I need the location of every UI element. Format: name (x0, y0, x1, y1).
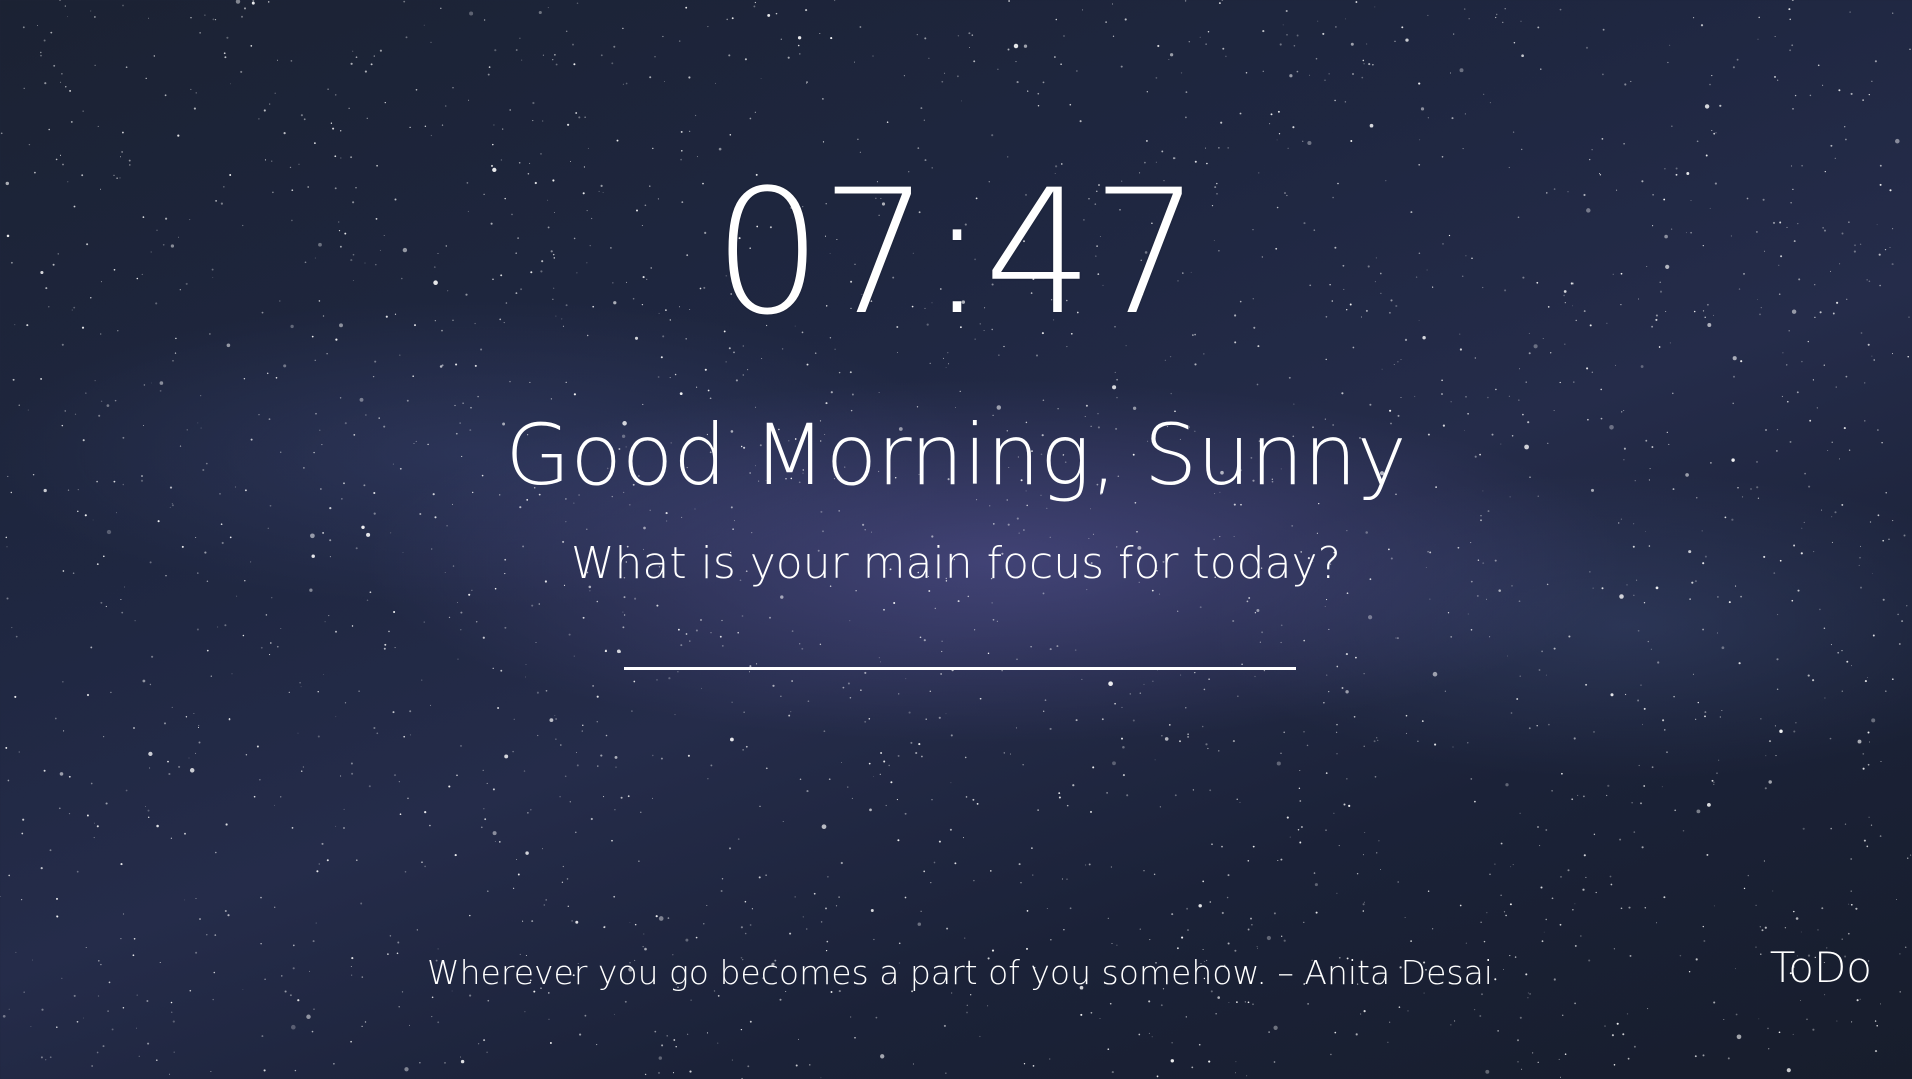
dashboard: 07:47 Good Morning, Sunny What is your m… (0, 0, 1912, 1079)
quote-text: Wherever you go becomes a part of you so… (427, 953, 1493, 992)
focus-question: What is your main focus for today? (571, 538, 1341, 589)
focus-input[interactable] (624, 610, 1296, 670)
greeting-text: Good Morning, Sunny (505, 406, 1407, 504)
clock-time: 07:47 (713, 152, 1201, 353)
todo-button[interactable]: ToDo (1770, 940, 1872, 996)
